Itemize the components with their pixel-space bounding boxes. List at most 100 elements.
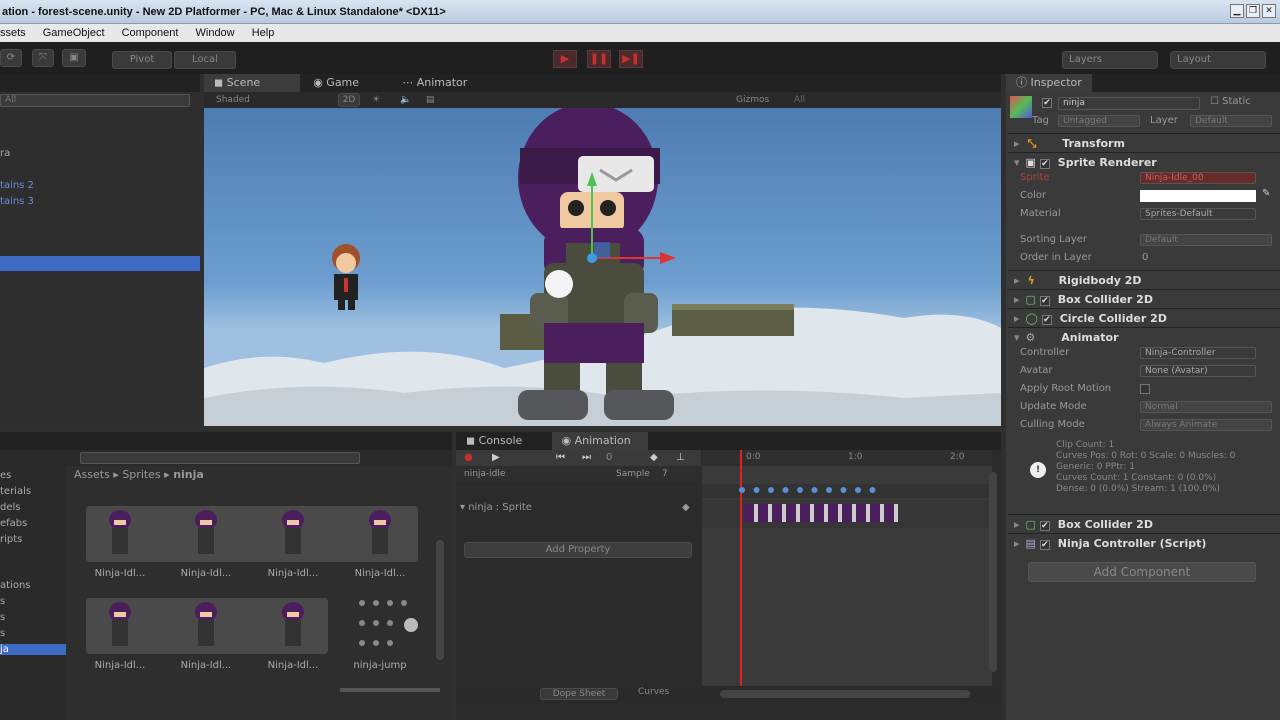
circle-collider-header[interactable]: ▸ ◯ ✔ Circle Collider 2D bbox=[1008, 308, 1280, 327]
box-collider-2-header[interactable]: ▸ ▢ ✔ Box Collider 2D bbox=[1008, 514, 1280, 533]
window-controls: ▁ ❐ ✕ bbox=[1230, 4, 1276, 18]
keyframe-dot[interactable] bbox=[768, 487, 774, 493]
keyframe-dot[interactable] bbox=[797, 487, 803, 493]
root-motion-checkbox[interactable] bbox=[1140, 384, 1150, 394]
timeline-scrollbar[interactable] bbox=[989, 472, 997, 672]
transform-title: Transform bbox=[1062, 137, 1125, 150]
step-button[interactable]: ▶❚ bbox=[619, 50, 643, 68]
info-line: Clip Count: 1 bbox=[1056, 440, 1115, 450]
clip-dropdown[interactable]: ninja-idle bbox=[464, 466, 505, 482]
add-component-label: Add Component bbox=[1093, 565, 1191, 579]
rigidbody-header[interactable]: ▸ ϟ Rigidbody 2D bbox=[1008, 270, 1280, 289]
tag-dropdown[interactable]: Untagged bbox=[1058, 115, 1140, 127]
add-keyframe-icon[interactable]: ◆ bbox=[650, 450, 658, 466]
property-label: ninja : Sprite bbox=[468, 502, 532, 513]
add-property-label: Add Property bbox=[545, 544, 611, 555]
dopesheet-button[interactable]: Dope Sheet bbox=[540, 688, 618, 700]
sprite-track[interactable] bbox=[702, 500, 992, 528]
keyframe-dot[interactable] bbox=[840, 487, 847, 493]
timeline-hscrollbar[interactable] bbox=[720, 690, 970, 698]
keyframe-dot[interactable] bbox=[869, 487, 876, 493]
keyframe-dot[interactable] bbox=[739, 487, 745, 493]
sorting-layer-dropdown[interactable]: Default bbox=[1140, 234, 1272, 246]
tab-inspector-label: Inspector bbox=[1030, 76, 1082, 89]
layer-dropdown[interactable]: Default bbox=[1190, 115, 1272, 127]
box-collider-2-title: Box Collider 2D bbox=[1057, 518, 1153, 531]
controller-label: Controller bbox=[1020, 347, 1070, 358]
expand-icon[interactable]: ▾ bbox=[460, 502, 465, 513]
asset-thumbs-svg bbox=[109, 510, 418, 646]
property-options-icon[interactable]: ◆ bbox=[682, 500, 690, 516]
layout-dropdown[interactable]: Layout bbox=[1170, 51, 1266, 69]
maximize-icon[interactable]: ❐ bbox=[1246, 4, 1260, 18]
static-toggle[interactable]: ☐ Static bbox=[1210, 96, 1251, 107]
keyframe-dot[interactable] bbox=[811, 487, 818, 493]
asset-label[interactable]: Ninja-Idl... bbox=[253, 568, 333, 579]
material-field[interactable]: Sprites-Default bbox=[1140, 208, 1256, 220]
eyedropper-icon[interactable]: ✎ bbox=[1262, 188, 1270, 199]
order-field[interactable]: 0 bbox=[1142, 250, 1148, 266]
active-checkbox[interactable]: ✔ bbox=[1042, 98, 1052, 108]
keyframe-dot[interactable] bbox=[753, 487, 760, 493]
tab-console[interactable]: ◼ Console bbox=[456, 432, 532, 450]
timeline-ruler[interactable]: 0:0 1:0 2:0 bbox=[702, 450, 992, 466]
inspector-tabbar: ⓘ Inspector bbox=[1006, 74, 1280, 92]
transform-header[interactable]: ▸ ⤡ Transform bbox=[1008, 133, 1280, 152]
sprite-keyframes[interactable] bbox=[744, 504, 898, 522]
object-name-field[interactable]: ninja bbox=[1058, 97, 1200, 110]
asset-label[interactable]: Ninja-Idl... bbox=[166, 660, 246, 671]
curves-button[interactable]: Curves bbox=[638, 687, 669, 697]
prev-key-icon[interactable]: ⏮ bbox=[556, 450, 565, 466]
box-collider-header[interactable]: ▸ ▢ ✔ Box Collider 2D bbox=[1008, 289, 1280, 308]
keyframe-dot[interactable] bbox=[855, 487, 861, 493]
frame-field[interactable]: 0 bbox=[606, 450, 612, 466]
sample-field[interactable]: 7 bbox=[662, 466, 668, 482]
animator-header[interactable]: ▾ ⚙ Animator bbox=[1008, 327, 1280, 346]
record-icon[interactable]: ● bbox=[464, 450, 473, 466]
scene-search[interactable]: All bbox=[794, 92, 805, 108]
animator-info-box: ! Clip Count: 1 Curves Pos: 0 Rot: 0 Sca… bbox=[1020, 436, 1274, 496]
animation-panel: ◼ Console ◉ Animation ● ▶ ⏮ ⏭ 0 ◆ ⊥ ninj… bbox=[456, 432, 1001, 720]
tick-label: 0:0 bbox=[746, 452, 761, 462]
avatar-field[interactable]: None (Avatar) bbox=[1140, 365, 1256, 377]
animation-controls: ● ▶ ⏮ ⏭ 0 ◆ ⊥ bbox=[456, 450, 701, 466]
color-swatch[interactable] bbox=[1140, 190, 1256, 202]
order-label: Order in Layer bbox=[1020, 252, 1092, 263]
asset-label[interactable]: Ninja-Idl... bbox=[166, 568, 246, 579]
tab-animation[interactable]: ◉ Animation bbox=[551, 432, 648, 450]
asset-label[interactable]: Ninja-Idl... bbox=[80, 660, 160, 671]
animation-tabbar: ◼ Console ◉ Animation bbox=[456, 432, 1001, 450]
keyframe-dot[interactable] bbox=[782, 487, 789, 493]
minimize-icon[interactable]: ▁ bbox=[1230, 4, 1244, 18]
root-motion-label: Apply Root Motion bbox=[1020, 383, 1112, 394]
play-button[interactable]: ▶ bbox=[553, 50, 577, 68]
culling-label: Culling Mode bbox=[1020, 419, 1085, 430]
next-key-icon[interactable]: ⏭ bbox=[582, 450, 591, 466]
script-title: Ninja Controller (Script) bbox=[1057, 537, 1207, 550]
rigidbody-title: Rigidbody 2D bbox=[1058, 274, 1142, 287]
controller-field[interactable]: Ninja-Controller bbox=[1140, 347, 1256, 359]
keyframe-dot[interactable] bbox=[826, 487, 832, 493]
add-component-button[interactable]: Add Component bbox=[1028, 562, 1256, 582]
property-row[interactable]: ▾ ninja : Sprite ◆ bbox=[456, 500, 701, 516]
asset-label[interactable]: Ninja-Idl... bbox=[253, 660, 333, 671]
script-header[interactable]: ▸ ▤ ✔ Ninja Controller (Script) bbox=[1008, 533, 1280, 552]
update-mode-dropdown[interactable]: Normal bbox=[1140, 401, 1272, 413]
project-scrollbar[interactable] bbox=[436, 540, 444, 660]
asset-label[interactable]: Ninja-Idl... bbox=[80, 568, 160, 579]
sprite-field[interactable]: Ninja-Idle_00 bbox=[1140, 172, 1256, 184]
tab-inspector[interactable]: ⓘ Inspector bbox=[1006, 74, 1092, 92]
add-event-icon[interactable]: ⊥ bbox=[676, 450, 685, 466]
play-animation-icon[interactable]: ▶ bbox=[492, 450, 500, 466]
layers-dropdown[interactable]: Layers bbox=[1062, 51, 1158, 69]
gizmos-dropdown[interactable]: Gizmos bbox=[736, 92, 769, 108]
asset-label[interactable]: ninja-jump bbox=[340, 660, 420, 671]
pause-button[interactable]: ❚❚ bbox=[587, 50, 611, 68]
sprite-renderer-title: Sprite Renderer bbox=[1057, 156, 1157, 169]
asset-label[interactable]: Ninja-Idl... bbox=[340, 568, 420, 579]
thumbnail-size-slider[interactable] bbox=[340, 688, 440, 692]
sprite-renderer-header[interactable]: ▾ ▣ ✔ Sprite Renderer bbox=[1008, 152, 1280, 171]
add-property-button[interactable]: Add Property bbox=[464, 542, 692, 558]
culling-dropdown[interactable]: Always Animate bbox=[1140, 419, 1272, 431]
close-icon[interactable]: ✕ bbox=[1262, 4, 1276, 18]
